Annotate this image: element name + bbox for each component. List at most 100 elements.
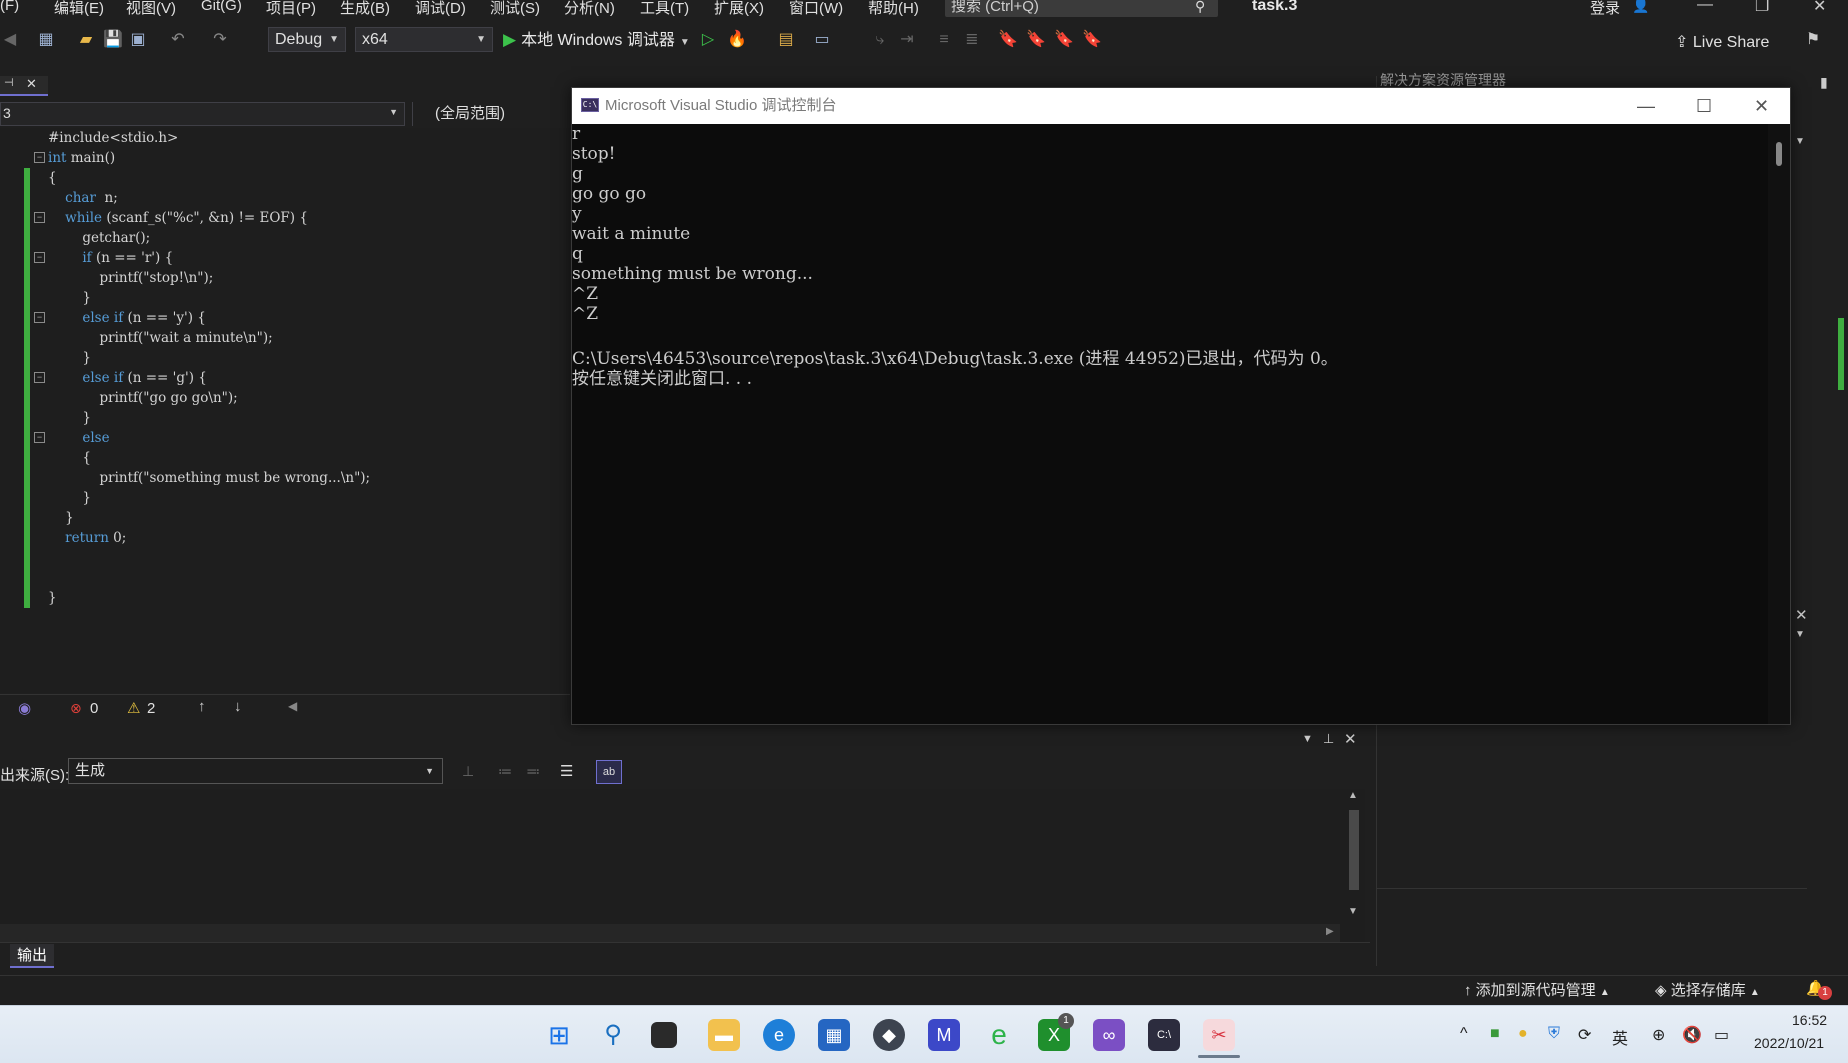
minimize-icon[interactable]: — [1637,88,1655,124]
warning-icon[interactable]: ⚠ [127,699,140,717]
nvidia-icon[interactable]: ■ [1490,1025,1500,1043]
scroll-up-icon[interactable]: ▲ [1348,790,1358,801]
scrollbar-thumb[interactable] [1349,810,1359,890]
menu-file[interactable]: (F) [0,0,19,14]
bookmark-prev-icon[interactable]: 🔖 [1026,30,1046,50]
start-without-debug-icon[interactable]: ▷ [698,30,718,50]
snipping-tool-icon[interactable]: ✂ [1203,1019,1235,1051]
save-all-icon[interactable]: ▣ [128,30,148,50]
pin-icon[interactable]: ⊣ [4,76,14,89]
error-icon[interactable]: ⊗ [70,700,82,717]
scroll-down-icon[interactable]: ▼ [1348,906,1358,917]
start-debug-button[interactable]: ▶ 本地 Windows 调试器 ▼ [503,27,690,52]
next-message-icon[interactable]: ≕ [526,763,540,780]
clear-all-icon[interactable]: ☰ [560,762,573,780]
back-icon[interactable]: ◀ [0,30,20,50]
menu-build[interactable]: 生成(B) [340,0,390,16]
fold-toggle-icon[interactable]: − [34,432,45,443]
minimize-icon[interactable]: — [1697,0,1713,14]
fold-toggle-icon[interactable]: − [34,312,45,323]
undo-icon[interactable]: ↶ [168,30,188,50]
indent-icon[interactable]: ≡ [934,30,954,50]
menu-help[interactable]: 帮助(H) [868,0,919,16]
bookmark-clear-icon[interactable]: 🔖 [1082,30,1102,50]
app-m-icon[interactable]: M [928,1019,960,1051]
bookmark-icon[interactable]: 🔖 [998,30,1018,50]
bookmark-next-icon[interactable]: 🔖 [1054,30,1074,50]
maximize-icon[interactable]: ☐ [1696,88,1712,124]
edge-browser-icon[interactable]: e [763,1019,795,1051]
layout-icon[interactable]: ▭ [812,30,832,50]
scroll-left-icon[interactable]: ◀ [288,699,297,713]
app-tray-icon[interactable]: ● [1518,1025,1528,1043]
hot-reload-icon[interactable]: 🔥 [727,30,747,50]
start-menu-icon[interactable]: ⊞ [543,1019,575,1051]
find-icon[interactable]: ⊥ [462,763,474,780]
network-icon[interactable]: ⊕ [1652,1025,1665,1045]
clock-date[interactable]: 2022/10/21 [1754,1035,1824,1051]
terminal-icon[interactable]: C:\ [1148,1019,1180,1051]
visual-studio-icon[interactable]: ∞ [1093,1019,1125,1051]
config-dropdown[interactable]: Debug ▼ [268,27,346,52]
ie-icon[interactable]: e [983,1019,1015,1051]
debug-console-window[interactable]: C:\ Microsoft Visual Studio 调试控制台 — ☐ ✕ … [571,87,1791,725]
output-text-area[interactable] [0,790,1340,940]
output-horizontal-scrollbar[interactable]: ▶ [0,924,1340,942]
chevron-down-icon[interactable]: ▼ [1302,733,1313,745]
console-scrollbar[interactable] [1768,124,1790,724]
new-project-icon[interactable]: ▦ [36,30,56,50]
step-icon[interactable]: ⤷ [870,30,890,50]
scope-dropdown[interactable]: (全局范围) [412,102,570,126]
open-folder-icon[interactable]: ▰ [76,30,96,50]
menu-analyze[interactable]: 分析(N) [564,0,615,16]
close-icon[interactable]: ✕ [1813,0,1826,16]
output-source-select[interactable]: 生成 ▼ [68,758,443,784]
tab-output[interactable]: 输出 [10,944,55,968]
word-wrap-icon[interactable]: ab [596,760,622,784]
close-tab-icon[interactable]: ✕ [26,76,37,92]
task-view-icon[interactable] [651,1022,677,1048]
unity-icon[interactable]: ◆ [873,1019,905,1051]
account-icon[interactable]: 👤 [1632,0,1649,14]
outdent-icon[interactable]: ≣ [962,30,982,50]
search-icon[interactable]: ⚲ [1195,0,1205,15]
fold-toggle-icon[interactable]: − [34,212,45,223]
save-icon[interactable]: 💾 [103,30,123,50]
platform-dropdown[interactable]: x64 ▼ [355,27,493,52]
clock-time[interactable]: 16:52 [1792,1012,1827,1028]
login-link[interactable]: 登录 [1590,0,1620,18]
volume-icon[interactable]: 🔇 [1682,1025,1702,1045]
security-icon[interactable]: ⛨ [1548,1025,1560,1043]
redo-icon[interactable]: ↷ [210,30,230,50]
scroll-right-icon[interactable]: ▶ [1326,926,1334,937]
notifications-tab-icon[interactable]: ▮ [1820,74,1828,91]
close-icon[interactable]: ✕ [1344,730,1357,748]
ime-indicator[interactable]: 英 [1612,1025,1628,1049]
file-explorer-icon[interactable]: ▬ [708,1019,740,1051]
arrow-down-icon[interactable]: ↓ [234,698,242,715]
search-input[interactable]: 搜索 (Ctrl+Q) [945,0,1218,17]
add-to-source-control-button[interactable]: ↑ 添加到源代码管理 ▲ [1464,979,1610,1000]
menu-debug[interactable]: 调试(D) [415,0,466,16]
menu-window[interactable]: 窗口(W) [789,0,843,16]
arrow-up-icon[interactable]: ↑ [198,698,206,715]
scrollbar-thumb[interactable] [1776,142,1782,166]
project-dropdown[interactable]: 3 ▼ [0,102,405,126]
copilot-icon[interactable]: ◉ [18,699,31,717]
pin-icon[interactable]: ⊥ [1323,731,1334,747]
menu-edit[interactable]: 编辑(E) [54,0,104,16]
fold-toggle-icon[interactable]: − [34,372,45,383]
menu-view[interactable]: 视图(V) [126,0,176,16]
menu-extensions[interactable]: 扩展(X) [714,0,764,16]
store-icon[interactable]: ▦ [818,1019,850,1051]
prev-message-icon[interactable]: ≔ [498,763,512,780]
feedback-icon[interactable]: ⚑ [1803,30,1823,50]
console-title-bar[interactable]: C:\ Microsoft Visual Studio 调试控制台 — ☐ ✕ [572,88,1790,124]
menu-test[interactable]: 测试(S) [490,0,540,16]
editor-tab[interactable]: ⊣ ✕ [0,76,48,96]
close-icon[interactable]: ✕ [1795,606,1808,624]
choose-repository-button[interactable]: ◈ 选择存储库 ▲ [1655,979,1760,1000]
solution-explorer-icon[interactable]: ▤ [776,30,796,50]
menu-git[interactable]: Git(G) [201,0,242,14]
battery-icon[interactable]: ▭ [1714,1025,1729,1045]
